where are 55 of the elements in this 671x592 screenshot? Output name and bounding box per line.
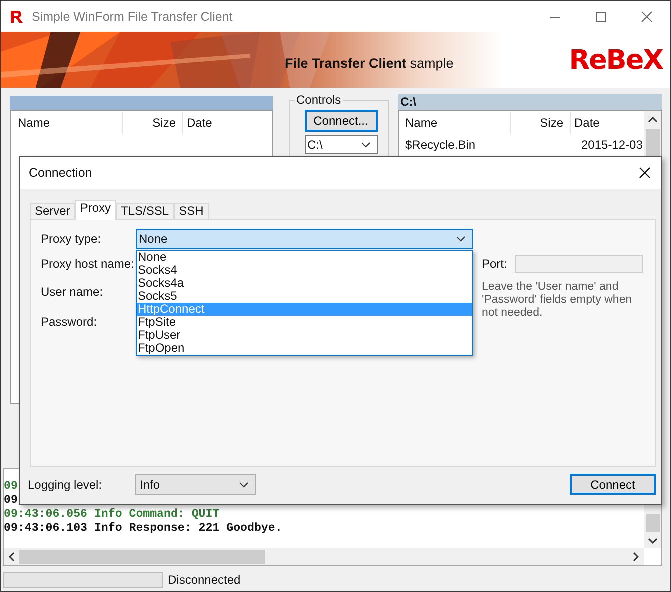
window-title: Simple WinForm File Transfer Client xyxy=(32,10,233,24)
scroll-up-icon[interactable] xyxy=(648,117,658,123)
field-label: Proxy type: xyxy=(41,232,102,246)
connect-button[interactable]: Connect xyxy=(570,474,656,495)
scrollbar[interactable] xyxy=(4,548,644,565)
tab[interactable]: TLS/SSL xyxy=(116,203,174,219)
field-label: Password: xyxy=(41,315,98,329)
tab[interactable]: Proxy xyxy=(75,200,116,220)
path-header: C:\ xyxy=(398,94,662,110)
log-line: 09:43:06.103 Info Response: 221 Goodbye. xyxy=(4,522,282,536)
port-field[interactable] xyxy=(515,255,644,273)
dialog-title: Connection xyxy=(29,166,92,180)
dropdown-option[interactable]: None xyxy=(137,251,472,264)
scroll-right-icon[interactable] xyxy=(633,552,639,562)
app-logo-icon xyxy=(10,10,24,24)
field-label: Logging level: xyxy=(28,478,104,492)
tab[interactable]: SSH xyxy=(174,203,209,219)
port-label: Port: xyxy=(482,257,508,271)
connect-button[interactable]: Connect... xyxy=(304,110,378,132)
tab[interactable]: Server xyxy=(30,203,76,219)
dropdown-option[interactable]: FtpUser xyxy=(137,329,472,342)
scroll-down-icon[interactable] xyxy=(648,538,658,544)
chevron-icon xyxy=(456,236,466,242)
banner-heading: File Transfer Client sample xyxy=(285,56,454,70)
dropdown-option[interactable]: FtpSite xyxy=(137,316,472,329)
column-header[interactable]: Date xyxy=(183,112,272,134)
chevron-icon xyxy=(239,482,249,488)
dropdown-option[interactable]: Socks4a xyxy=(137,277,472,290)
column-header[interactable]: Name xyxy=(398,112,510,134)
log-line: 09 xyxy=(4,494,18,508)
column-header[interactable]: Date xyxy=(570,112,644,134)
dropdown-option[interactable]: FtpOpen xyxy=(137,342,472,355)
hint-text: Leave the 'User name' and 'Password' fields empty when not needed. xyxy=(482,281,634,320)
file-name[interactable]: $Recycle.Bin xyxy=(398,138,518,152)
file-date: 2015-12-03 xyxy=(580,138,644,152)
proxy-type-dropdown[interactable]: None xyxy=(136,229,473,249)
brand-logo: ReBeX xyxy=(569,44,663,76)
scroll-left-icon[interactable] xyxy=(9,552,15,562)
chevron-icon xyxy=(360,142,370,148)
log-line: 09 xyxy=(4,480,18,494)
column-header[interactable]: Name xyxy=(11,112,123,134)
column-header[interactable]: Size xyxy=(123,112,183,134)
status-text: Disconnected xyxy=(168,573,241,587)
scroll-thumb[interactable] xyxy=(646,514,660,532)
drive-dropdown[interactable]: C:\ xyxy=(304,135,378,154)
group-title: Controls xyxy=(294,93,344,107)
field-label: Proxy host name: xyxy=(41,257,136,271)
dropdown-option[interactable]: Socks5 xyxy=(137,290,472,303)
dropdown-option[interactable]: Socks4 xyxy=(137,264,472,277)
column-header[interactable]: Size xyxy=(510,112,570,134)
log-line: 09:43:06.056 Info Command: QUIT xyxy=(4,508,220,522)
close-icon[interactable] xyxy=(639,167,651,179)
scroll-thumb[interactable] xyxy=(19,550,265,564)
logging-level-dropdown[interactable]: Info xyxy=(135,474,256,495)
field-label: User name: xyxy=(41,285,104,299)
